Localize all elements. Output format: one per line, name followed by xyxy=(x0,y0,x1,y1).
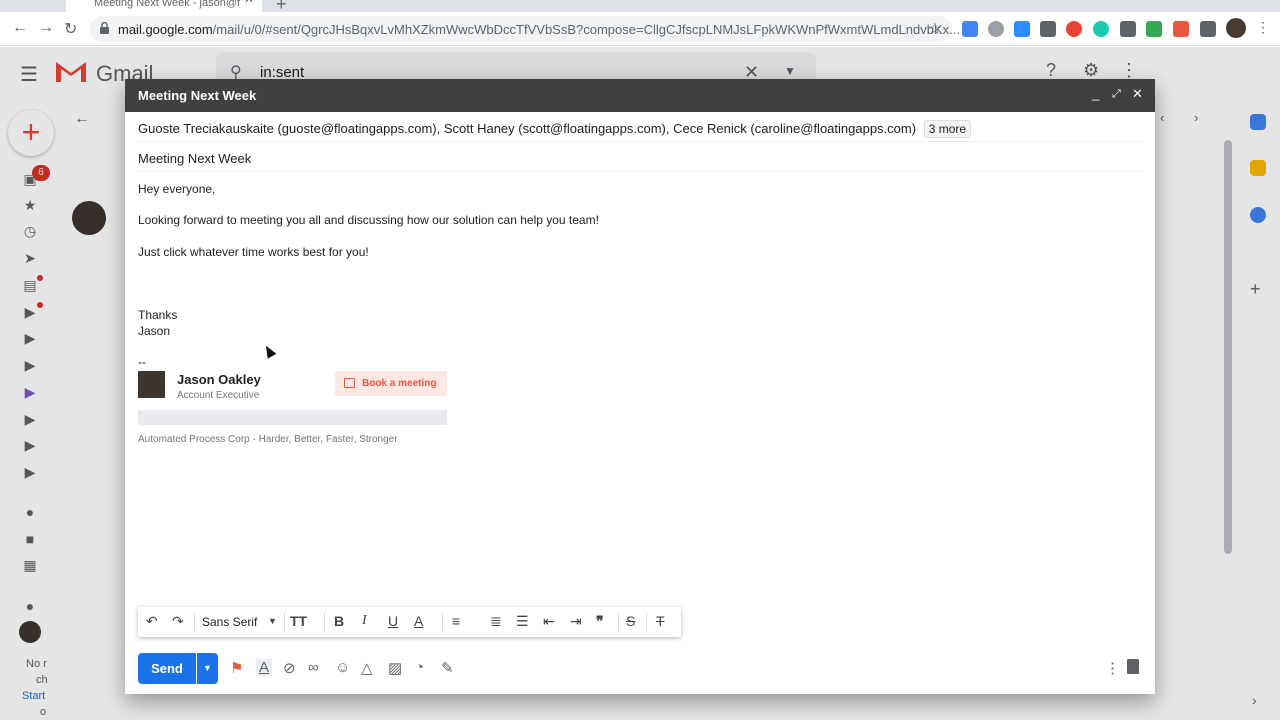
toolbar-separator xyxy=(618,613,619,631)
extension-zoom-icon[interactable] xyxy=(1014,21,1030,37)
mouse-cursor xyxy=(261,343,277,359)
url-path: /mail/u/0/#sent/QgrcJHsBqxvLvMhXZkmWwcWb… xyxy=(212,22,960,37)
subject-field[interactable]: Meeting Next Week xyxy=(138,151,251,166)
font-dropdown-icon[interactable]: ▼ xyxy=(268,616,277,626)
bold-icon[interactable]: B xyxy=(334,613,344,629)
tab-title: Meeting Next Week - jason@f xyxy=(94,0,241,9)
underline-icon[interactable]: U xyxy=(388,613,398,629)
body-closing-name[interactable]: Jason xyxy=(138,324,170,338)
undo-icon[interactable]: ↶ xyxy=(146,613,158,630)
toolbar-separator xyxy=(194,613,195,631)
signature-pen-icon[interactable]: ✎ xyxy=(441,659,454,677)
subject-divider xyxy=(138,171,1142,172)
insert-photo-icon[interactable]: ▨ xyxy=(388,659,402,677)
text-color-icon[interactable]: A xyxy=(414,613,423,629)
fullscreen-icon[interactable]: ⤢ xyxy=(1112,88,1121,101)
toolbar-separator xyxy=(284,613,285,631)
profile-avatar[interactable] xyxy=(1226,18,1246,38)
compose-title: Meeting Next Week xyxy=(138,88,257,103)
forward-icon[interactable]: → xyxy=(38,19,54,37)
strikethrough-icon[interactable]: S xyxy=(626,613,635,629)
discard-draft-icon[interactable] xyxy=(1127,659,1139,674)
signature-photo xyxy=(138,371,165,398)
minimize-icon[interactable]: _ xyxy=(1092,86,1099,101)
redo-icon[interactable]: ↷ xyxy=(172,613,184,630)
recipients-field[interactable]: Guoste Treciakauskaite (guoste@floatinga… xyxy=(138,120,972,138)
chrome-menu-icon[interactable]: ⋮ xyxy=(1256,19,1270,36)
body-closing-thanks[interactable]: Thanks xyxy=(138,308,177,322)
extension-feather-icon[interactable] xyxy=(1173,21,1189,37)
signature-separator: -- xyxy=(138,355,146,369)
browser-toolbar: ← → ↻ mail.google.com/mail/u/0/#sent/Qgr… xyxy=(0,12,1280,46)
toolbar-separator xyxy=(646,613,647,631)
signature-company: Automated Process Corp - Harder, Better,… xyxy=(138,434,398,445)
emoji-icon[interactable]: ☺ xyxy=(335,659,350,676)
extensions-puzzle-icon[interactable] xyxy=(1200,21,1216,37)
address-bar[interactable]: mail.google.com/mail/u/0/#sent/QgrcJHsBq… xyxy=(90,16,960,42)
lock-icon xyxy=(100,22,109,34)
italic-icon[interactable]: I xyxy=(362,613,367,629)
feather-extension-icon[interactable]: ⚑ xyxy=(230,659,243,677)
confidential-mode-icon[interactable]: ◔ xyxy=(415,659,424,676)
recipients-list: Guoste Treciakauskaite (guoste@floatinga… xyxy=(138,121,917,136)
quote-icon[interactable]: ❞ xyxy=(596,613,604,630)
close-icon[interactable]: ✕ xyxy=(1132,86,1143,102)
bulleted-list-icon[interactable]: ☰ xyxy=(516,613,529,630)
bookmark-star-icon[interactable]: ☆ xyxy=(928,19,942,39)
back-icon[interactable]: ← xyxy=(12,19,28,37)
body-line-2[interactable]: Just click whatever time works best for … xyxy=(138,245,369,259)
extension-bookmark-icon[interactable] xyxy=(1040,21,1056,37)
formatting-options-icon[interactable]: A xyxy=(256,659,273,676)
indent-more-icon[interactable]: ⇥ xyxy=(570,613,582,630)
url-host: mail.google.com xyxy=(118,22,213,37)
extension-grammarly-icon[interactable] xyxy=(1093,21,1109,37)
indent-less-icon[interactable]: ⇤ xyxy=(543,613,555,630)
browser-tabstrip: Meeting Next Week - jason@f ✕ + xyxy=(0,0,1280,14)
formatting-toolbar: ↶ ↷ Sans Serif ▼ TT B I U A ≡ ≣ ☰ ⇤ ⇥ ❞ … xyxy=(138,607,681,637)
recipients-divider xyxy=(138,141,1142,142)
numbered-list-icon[interactable]: ≣ xyxy=(490,613,502,630)
more-recipients-chip[interactable]: 3 more xyxy=(923,120,972,138)
font-size-icon[interactable]: TT xyxy=(290,613,307,629)
extension-pocket-icon[interactable] xyxy=(1120,21,1136,37)
url-text: mail.google.com/mail/u/0/#sent/QgrcJHsBq… xyxy=(118,22,960,37)
book-meeting-button[interactable]: Book a meeting xyxy=(335,371,447,396)
signature-name: Jason Oakley xyxy=(177,372,261,387)
toolbar-separator xyxy=(324,613,325,631)
attach-file-icon[interactable]: ⊘ xyxy=(283,659,296,677)
tab-close-icon[interactable]: ✕ xyxy=(244,0,254,5)
browser-tab[interactable]: Meeting Next Week - jason@f ✕ xyxy=(66,0,262,12)
remove-formatting-icon[interactable]: T xyxy=(656,613,665,629)
extension-color-icon[interactable] xyxy=(1066,21,1082,37)
drive-icon[interactable]: △ xyxy=(361,659,373,677)
body-greeting[interactable]: Hey everyone, xyxy=(138,182,215,196)
toolbar-separator xyxy=(442,613,443,631)
signature-title: Account Executive xyxy=(177,390,260,401)
calendar-icon xyxy=(344,378,355,388)
body-line-1[interactable]: Looking forward to meeting you all and d… xyxy=(138,213,599,227)
compose-window: Meeting Next Week _ ⤢ ✕ Guoste Treciakau… xyxy=(125,79,1155,694)
insert-link-icon[interactable]: ∞ xyxy=(308,659,319,676)
more-options-icon[interactable]: ⋮ xyxy=(1105,659,1120,677)
send-button[interactable]: Send xyxy=(138,653,196,684)
align-icon[interactable]: ≡ xyxy=(452,613,460,629)
compose-header[interactable]: Meeting Next Week _ ⤢ ✕ xyxy=(125,79,1155,112)
extension-circle-icon[interactable] xyxy=(988,21,1004,37)
extension-drive-icon[interactable] xyxy=(1146,21,1162,37)
book-meeting-label: Book a meeting xyxy=(362,378,437,389)
reload-icon[interactable]: ↻ xyxy=(64,19,77,39)
signature-banner xyxy=(138,410,447,425)
send-options-icon[interactable]: ▼ xyxy=(197,653,218,684)
extension-calendar-icon[interactable] xyxy=(962,21,978,37)
font-select[interactable]: Sans Serif xyxy=(202,615,257,629)
